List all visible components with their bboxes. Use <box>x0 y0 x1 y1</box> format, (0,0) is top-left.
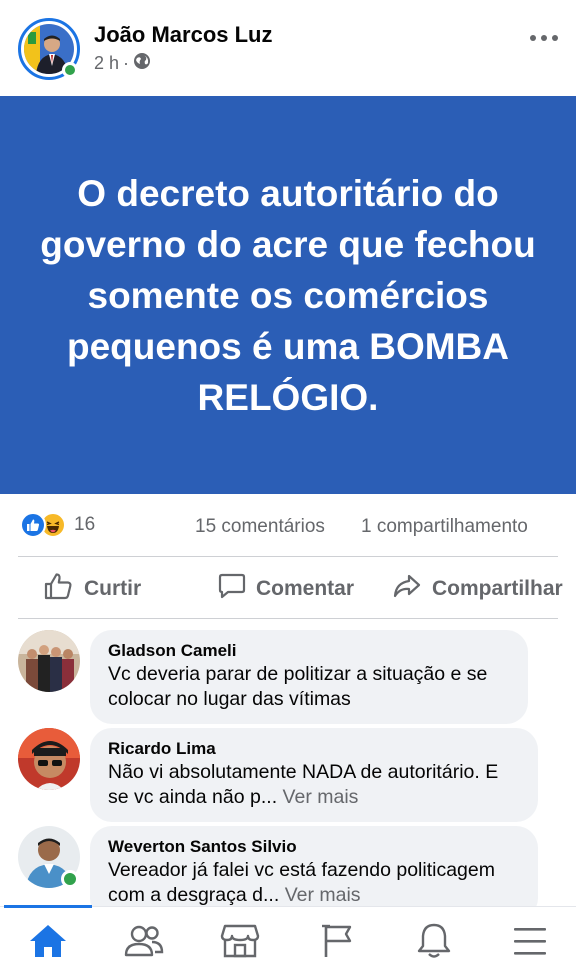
pages-flag-icon[interactable] <box>316 921 360 961</box>
reactions-summary[interactable]: 16 <box>20 512 95 538</box>
globe-icon <box>133 52 151 75</box>
home-icon[interactable] <box>26 921 70 961</box>
shares-count[interactable]: 1 compartilhamento <box>361 516 528 538</box>
thumbs-up-icon <box>44 572 74 606</box>
post-meta: 2 h · <box>94 52 151 75</box>
see-more-link[interactable]: Ver mais <box>283 786 359 808</box>
comment-icon <box>218 572 246 606</box>
marketplace-icon[interactable] <box>218 921 262 961</box>
post-text: O decreto autoritário do governo do acre… <box>40 172 536 418</box>
commenter-name[interactable]: Weverton Santos Silvio <box>108 836 520 858</box>
reaction-count: 16 <box>74 514 96 535</box>
online-status-dot <box>62 62 78 78</box>
comment-bubble: Ricardo Lima Não vi absolutamente NADA d… <box>90 728 538 822</box>
menu-icon[interactable] <box>508 921 552 961</box>
comments-count[interactable]: 15 comentários <box>195 516 325 538</box>
like-button[interactable]: Curtir <box>44 572 141 606</box>
share-button[interactable]: Compartilhar <box>392 572 563 606</box>
share-icon <box>392 572 422 606</box>
post-stats: 16 15 comentários 1 compartilhamento <box>0 506 576 546</box>
commenter-name[interactable]: Gladson Cameli <box>108 640 510 662</box>
commenter-avatar[interactable] <box>18 728 80 790</box>
friends-icon[interactable] <box>122 921 166 961</box>
comment-text: Vereador já falei vc está fazendo politi… <box>108 858 520 908</box>
commenter-avatar[interactable] <box>18 630 80 692</box>
comment-label: Comentar <box>256 577 355 600</box>
post-header: João Marcos Luz 2 h · <box>0 0 576 96</box>
share-label: Compartilhar <box>432 577 563 600</box>
comment-button[interactable]: Comentar <box>218 572 354 606</box>
divider <box>18 556 558 557</box>
commenter-name[interactable]: Ricardo Lima <box>108 738 520 760</box>
post-time[interactable]: 2 h <box>94 53 119 74</box>
author-name[interactable]: João Marcos Luz <box>94 22 272 48</box>
see-more-link[interactable]: Ver mais <box>285 884 361 906</box>
like-label: Curtir <box>84 577 142 600</box>
post-actions: Curtir Comentar Compartilhar <box>0 558 576 618</box>
online-status-dot <box>61 870 79 888</box>
meta-separator: · <box>123 53 130 73</box>
divider <box>18 618 558 619</box>
comment-bubble: Gladson Cameli Vc deveria parar de polit… <box>90 630 528 724</box>
comment-text: Não vi absolutamente NADA de autoritário… <box>108 760 520 810</box>
notifications-bell-icon[interactable] <box>412 921 456 961</box>
like-icon <box>20 512 46 538</box>
comment-text: Vc deveria parar de politizar a situação… <box>108 663 488 710</box>
active-tab-indicator <box>4 905 92 908</box>
post-text-background: O decreto autoritário do governo do acre… <box>0 96 576 494</box>
author-avatar[interactable] <box>18 18 80 80</box>
bottom-navigation <box>0 905 576 974</box>
more-options-icon[interactable] <box>530 28 558 48</box>
